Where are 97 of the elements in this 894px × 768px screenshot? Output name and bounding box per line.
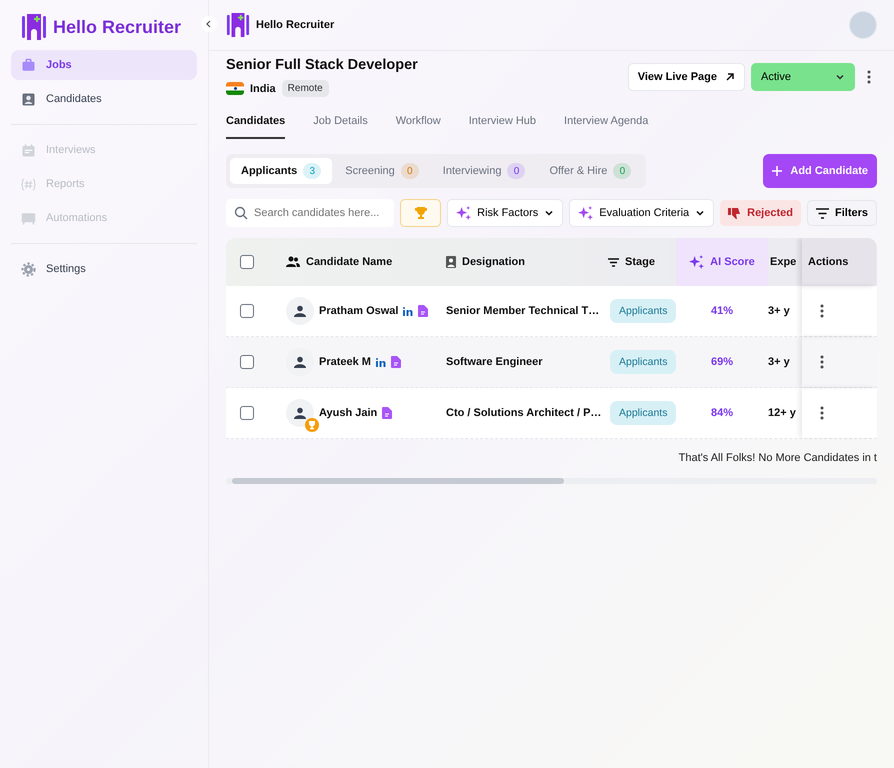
country-label: India [250, 82, 276, 94]
candidate-name[interactable]: Ayush Jain [319, 407, 378, 419]
table-row[interactable]: Prateek M Software Engineer Applicants 69% 3+ y [226, 337, 877, 388]
sidebar-item[interactable]: Candidates [11, 84, 197, 114]
trophy-icon [414, 206, 428, 220]
person-icon [21, 92, 36, 106]
rejected-button[interactable]: Rejected [720, 200, 801, 226]
chevron-down-icon [544, 208, 554, 218]
more-icon [867, 70, 871, 84]
logo-icon [226, 13, 250, 37]
column-header: Designation [462, 256, 525, 268]
search-field[interactable]: Search candidates here... [226, 199, 394, 227]
document-icon[interactable] [390, 356, 401, 368]
column-header: Expe [770, 256, 796, 268]
linkedin-icon[interactable] [403, 306, 414, 316]
column-header: Actions [808, 256, 848, 268]
linkedin-icon[interactable] [376, 358, 386, 366]
experience-cell: 3+ y [768, 356, 790, 368]
count-badge: 0 [613, 163, 632, 179]
designation-cell-text: Software Engineer [445, 355, 543, 369]
document-icon[interactable] [382, 407, 392, 419]
tab[interactable]: Candidates [226, 115, 286, 139]
stage-tag: Applicants [610, 350, 676, 374]
brand-name: Hello Recruiter [53, 16, 182, 38]
tab[interactable]: Interview Hub [468, 115, 536, 139]
person-icon [294, 407, 306, 419]
search-icon [234, 206, 248, 220]
plus-icon [772, 166, 782, 176]
table-row[interactable]: Pratham Oswal Senior Member Technical T… Applicants 41% 3+ y [226, 286, 877, 337]
person-icon [446, 256, 456, 268]
view-live-page-button[interactable]: View Live Page [628, 63, 745, 91]
chevron-left-icon [205, 20, 213, 28]
calendar-icon [21, 142, 36, 158]
experience-cell: 3+ y [768, 305, 790, 317]
chevron-down-icon [695, 208, 706, 218]
sparkle-icon [456, 206, 472, 220]
filter-dropdown[interactable]: Evaluation Criteria [569, 199, 714, 227]
external-link-icon [725, 72, 735, 82]
tab[interactable]: Interview Agenda [564, 115, 648, 139]
more-icon [820, 355, 824, 369]
row-checkbox[interactable] [240, 304, 254, 318]
sparkle-icon [578, 206, 594, 220]
designation-cell-text: Cto / Solutions Architect / P… [445, 406, 602, 420]
work-mode-tag: Remote [282, 80, 329, 97]
stage-tab[interactable]: Screening 0 [334, 158, 430, 184]
column-header: Candidate Name [306, 256, 392, 268]
filter-icon [816, 208, 829, 218]
person-icon [294, 356, 306, 368]
gear-icon [21, 262, 36, 276]
filter-icon [608, 258, 619, 266]
ai-score: 41% [710, 305, 734, 317]
candidate-name[interactable]: Pratham Oswal [319, 305, 398, 317]
stage-tag: Applicants [610, 401, 676, 425]
app-title: Hello Recruiter [256, 19, 334, 31]
tab[interactable]: Job Details [313, 115, 368, 139]
ai-score: 84% [710, 407, 734, 419]
collapse-button[interactable] [201, 16, 217, 32]
stage-tab[interactable]: Applicants 3 [230, 158, 332, 184]
job-title: Senior Full Stack Developer [226, 57, 418, 73]
count-badge: 0 [400, 163, 419, 179]
experience-cell: 12+ y [768, 407, 796, 419]
select-all-checkbox[interactable] [240, 255, 254, 269]
stage-tab[interactable]: Offer & Hire 0 [538, 158, 642, 184]
end-of-list-note: That's All Folks! No More Candidates in t [678, 452, 877, 464]
logo-icon [21, 14, 47, 40]
more-icon [820, 406, 824, 420]
count-badge: 0 [507, 163, 526, 179]
filter-dropdown[interactable]: Risk Factors [447, 199, 564, 227]
person-icon [294, 305, 306, 317]
designation-cell-text: Senior Member Technical T… [445, 304, 600, 318]
column-header: Stage [625, 256, 655, 268]
row-checkbox[interactable] [240, 406, 254, 420]
chevron-down-icon [835, 72, 845, 82]
sparkle-icon [689, 254, 704, 270]
add-candidate-button[interactable]: Add Candidate [763, 154, 877, 188]
screen-icon [21, 210, 36, 226]
tab[interactable]: Workflow [396, 115, 441, 139]
more-icon [820, 304, 824, 318]
sidebar-item[interactable]: Jobs [11, 50, 197, 80]
sidebar-item[interactable]: Settings [11, 254, 197, 284]
stage-tag: Applicants [610, 299, 676, 323]
filters-button[interactable]: Filters [806, 200, 877, 226]
flag-icon [226, 82, 244, 95]
stage-tab[interactable]: Interviewing 0 [432, 158, 536, 184]
column-header: AI Score [710, 256, 755, 268]
thumbs-down-icon [728, 206, 742, 220]
people-icon [286, 256, 300, 268]
scrollbar-thumb[interactable] [232, 478, 564, 484]
row-checkbox[interactable] [240, 355, 254, 369]
table-row[interactable]: Ayush Jain Cto / Solutions Architect / P… Applicants 84% 12+ y [226, 388, 877, 439]
candidate-name[interactable]: Prateek M [319, 356, 371, 368]
ai-score: 69% [710, 356, 734, 368]
document-icon[interactable] [418, 305, 428, 317]
hash-icon [21, 176, 36, 192]
briefcase-icon [21, 58, 36, 72]
count-badge: 3 [303, 163, 322, 179]
status-dropdown[interactable]: Active [751, 63, 855, 91]
